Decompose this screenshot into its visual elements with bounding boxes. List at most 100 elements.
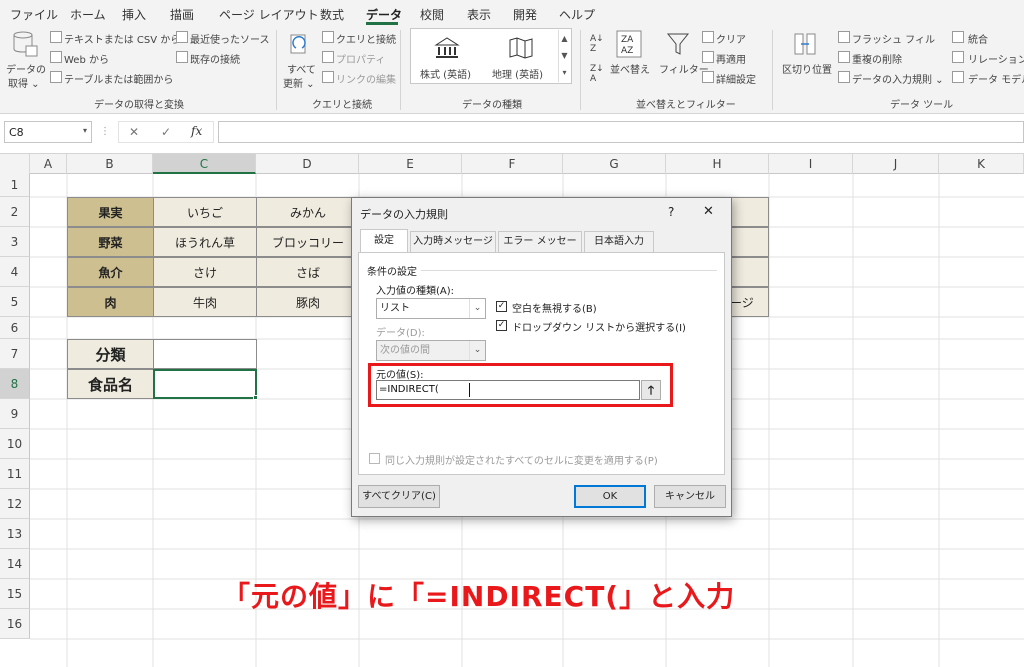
- data-model-button[interactable]: データ モデルの: [968, 71, 1024, 86]
- recent-sources-button[interactable]: 最近使ったソース: [190, 31, 270, 46]
- table-cell-d3[interactable]: ブロッコリー: [256, 227, 360, 257]
- menu-developer[interactable]: 開発: [513, 6, 537, 23]
- col-header-k[interactable]: K: [939, 154, 1024, 174]
- tab-settings[interactable]: 設定: [360, 229, 408, 252]
- advanced-button[interactable]: 詳細設定: [716, 71, 756, 86]
- col-header-i[interactable]: I: [769, 154, 853, 174]
- refresh-all-label[interactable]: すべて: [287, 61, 316, 76]
- row-header-11[interactable]: 11: [0, 459, 30, 489]
- select-all-corner[interactable]: [0, 154, 30, 174]
- tab-input-message[interactable]: 入力時メッセージ: [410, 231, 496, 252]
- ignore-blank-checkbox[interactable]: ✓: [496, 301, 507, 312]
- table-cell-b5[interactable]: 肉: [67, 287, 154, 317]
- ok-button[interactable]: OK: [574, 485, 646, 508]
- stocks-button[interactable]: 株式 (英語): [420, 66, 471, 81]
- geography-button[interactable]: 地理 (英語): [492, 66, 543, 81]
- menu-page-layout[interactable]: ページ レイアウト: [219, 6, 319, 23]
- edit-links-button[interactable]: リンクの編集: [336, 71, 396, 86]
- row-header-7[interactable]: 7: [0, 339, 30, 369]
- category-input-cell[interactable]: [153, 339, 257, 369]
- clear-button[interactable]: クリア: [716, 31, 746, 46]
- menu-formulas[interactable]: 数式: [320, 6, 344, 23]
- row-header-1[interactable]: 1: [0, 174, 30, 197]
- fx-icon[interactable]: fx: [191, 124, 202, 138]
- refresh-all-label-2[interactable]: 更新 ⌄: [283, 75, 315, 90]
- web-button[interactable]: Web から: [64, 51, 109, 66]
- fill-handle[interactable]: [253, 395, 258, 400]
- col-header-h[interactable]: H: [666, 154, 769, 174]
- clear-all-button[interactable]: すべてクリア(C): [358, 485, 440, 508]
- row-header-12[interactable]: 12: [0, 489, 30, 519]
- col-header-b[interactable]: B: [67, 154, 153, 174]
- col-header-a[interactable]: A: [30, 154, 67, 174]
- food-name-input-cell-selected[interactable]: [153, 369, 257, 399]
- help-icon[interactable]: ?: [668, 205, 674, 219]
- row-header-6[interactable]: 6: [0, 317, 30, 339]
- label-category[interactable]: 分類: [67, 339, 154, 369]
- col-header-f[interactable]: F: [462, 154, 563, 174]
- properties-button[interactable]: プロパティ: [336, 51, 385, 66]
- cancel-icon[interactable]: ✕: [129, 125, 139, 139]
- menu-review[interactable]: 校閲: [420, 6, 444, 23]
- table-cell-c2[interactable]: いちご: [153, 197, 257, 227]
- table-cell-c5[interactable]: 牛肉: [153, 287, 257, 317]
- existing-connections-button[interactable]: 既存の接続: [190, 51, 240, 66]
- gallery-scroll[interactable]: ▲ ▼ ▾: [558, 30, 570, 82]
- relationships-button[interactable]: リレーションシップ: [968, 51, 1024, 66]
- enter-icon[interactable]: ✓: [161, 125, 171, 139]
- row-header-5[interactable]: 5: [0, 287, 30, 317]
- menu-data[interactable]: データ: [366, 6, 402, 23]
- flash-fill-button[interactable]: フラッシュ フィル: [852, 31, 935, 46]
- data-select[interactable]: 次の値の間 ⌄: [376, 340, 486, 361]
- row-header-2[interactable]: 2: [0, 197, 30, 227]
- text-to-columns-button[interactable]: 区切り位置: [782, 61, 832, 76]
- col-header-j[interactable]: J: [853, 154, 939, 174]
- row-header-14[interactable]: 14: [0, 549, 30, 579]
- row-header-15[interactable]: 15: [0, 579, 30, 609]
- table-cell-b3[interactable]: 野菜: [67, 227, 154, 257]
- name-box[interactable]: C8 ▾: [4, 121, 92, 143]
- table-cell-b2[interactable]: 果実: [67, 197, 154, 227]
- row-header-16[interactable]: 16: [0, 609, 30, 639]
- col-header-e[interactable]: E: [359, 154, 462, 174]
- close-icon[interactable]: ✕: [703, 204, 714, 219]
- remove-duplicates-button[interactable]: 重複の削除: [852, 51, 902, 66]
- row-header-3[interactable]: 3: [0, 227, 30, 257]
- consolidate-button[interactable]: 統合: [968, 31, 988, 46]
- table-cell-c3[interactable]: ほうれん草: [153, 227, 257, 257]
- tab-japanese-input[interactable]: 日本語入力: [584, 231, 654, 252]
- chevron-down-icon[interactable]: ▾: [83, 126, 87, 135]
- menu-file[interactable]: ファイル: [10, 6, 58, 23]
- menu-insert[interactable]: 挿入: [122, 6, 146, 23]
- sort-button[interactable]: 並べ替え: [610, 61, 650, 76]
- dropdown-checkbox[interactable]: ✓: [496, 320, 507, 331]
- menu-view[interactable]: 表示: [467, 6, 491, 23]
- row-header-4[interactable]: 4: [0, 257, 30, 287]
- queries-connections-button[interactable]: クエリと接続: [336, 31, 396, 46]
- col-header-d[interactable]: D: [256, 154, 359, 174]
- table-cell-d5[interactable]: 豚肉: [256, 287, 360, 317]
- sort-asc-icon[interactable]: A↓ Z: [590, 34, 604, 54]
- col-header-g[interactable]: G: [563, 154, 666, 174]
- row-header-10[interactable]: 10: [0, 429, 30, 459]
- menu-home[interactable]: ホーム: [70, 6, 106, 23]
- data-validation-button[interactable]: データの入力規則 ⌄: [852, 71, 944, 86]
- row-header-13[interactable]: 13: [0, 519, 30, 549]
- formula-input[interactable]: [218, 121, 1024, 143]
- table-range-button[interactable]: テーブルまたは範囲から: [64, 71, 173, 86]
- table-cell-d4[interactable]: さば: [256, 257, 360, 287]
- sort-desc-icon[interactable]: Z↓ A: [590, 64, 604, 84]
- table-cell-b4[interactable]: 魚介: [67, 257, 154, 287]
- apply-all-checkbox[interactable]: [369, 453, 380, 464]
- table-cell-d2[interactable]: みかん: [256, 197, 360, 227]
- cancel-button[interactable]: キャンセル: [654, 485, 726, 508]
- table-cell-c4[interactable]: さけ: [153, 257, 257, 287]
- label-food-name[interactable]: 食品名: [67, 369, 154, 399]
- menu-help[interactable]: ヘルプ: [559, 6, 595, 23]
- row-header-8[interactable]: 8: [0, 369, 30, 399]
- tab-error-message[interactable]: エラー メッセージ: [498, 231, 582, 267]
- col-header-c[interactable]: C: [153, 154, 256, 174]
- text-csv-button[interactable]: テキストまたは CSV から: [64, 31, 180, 46]
- menu-draw[interactable]: 描画: [170, 6, 194, 23]
- reapply-button[interactable]: 再適用: [716, 51, 746, 66]
